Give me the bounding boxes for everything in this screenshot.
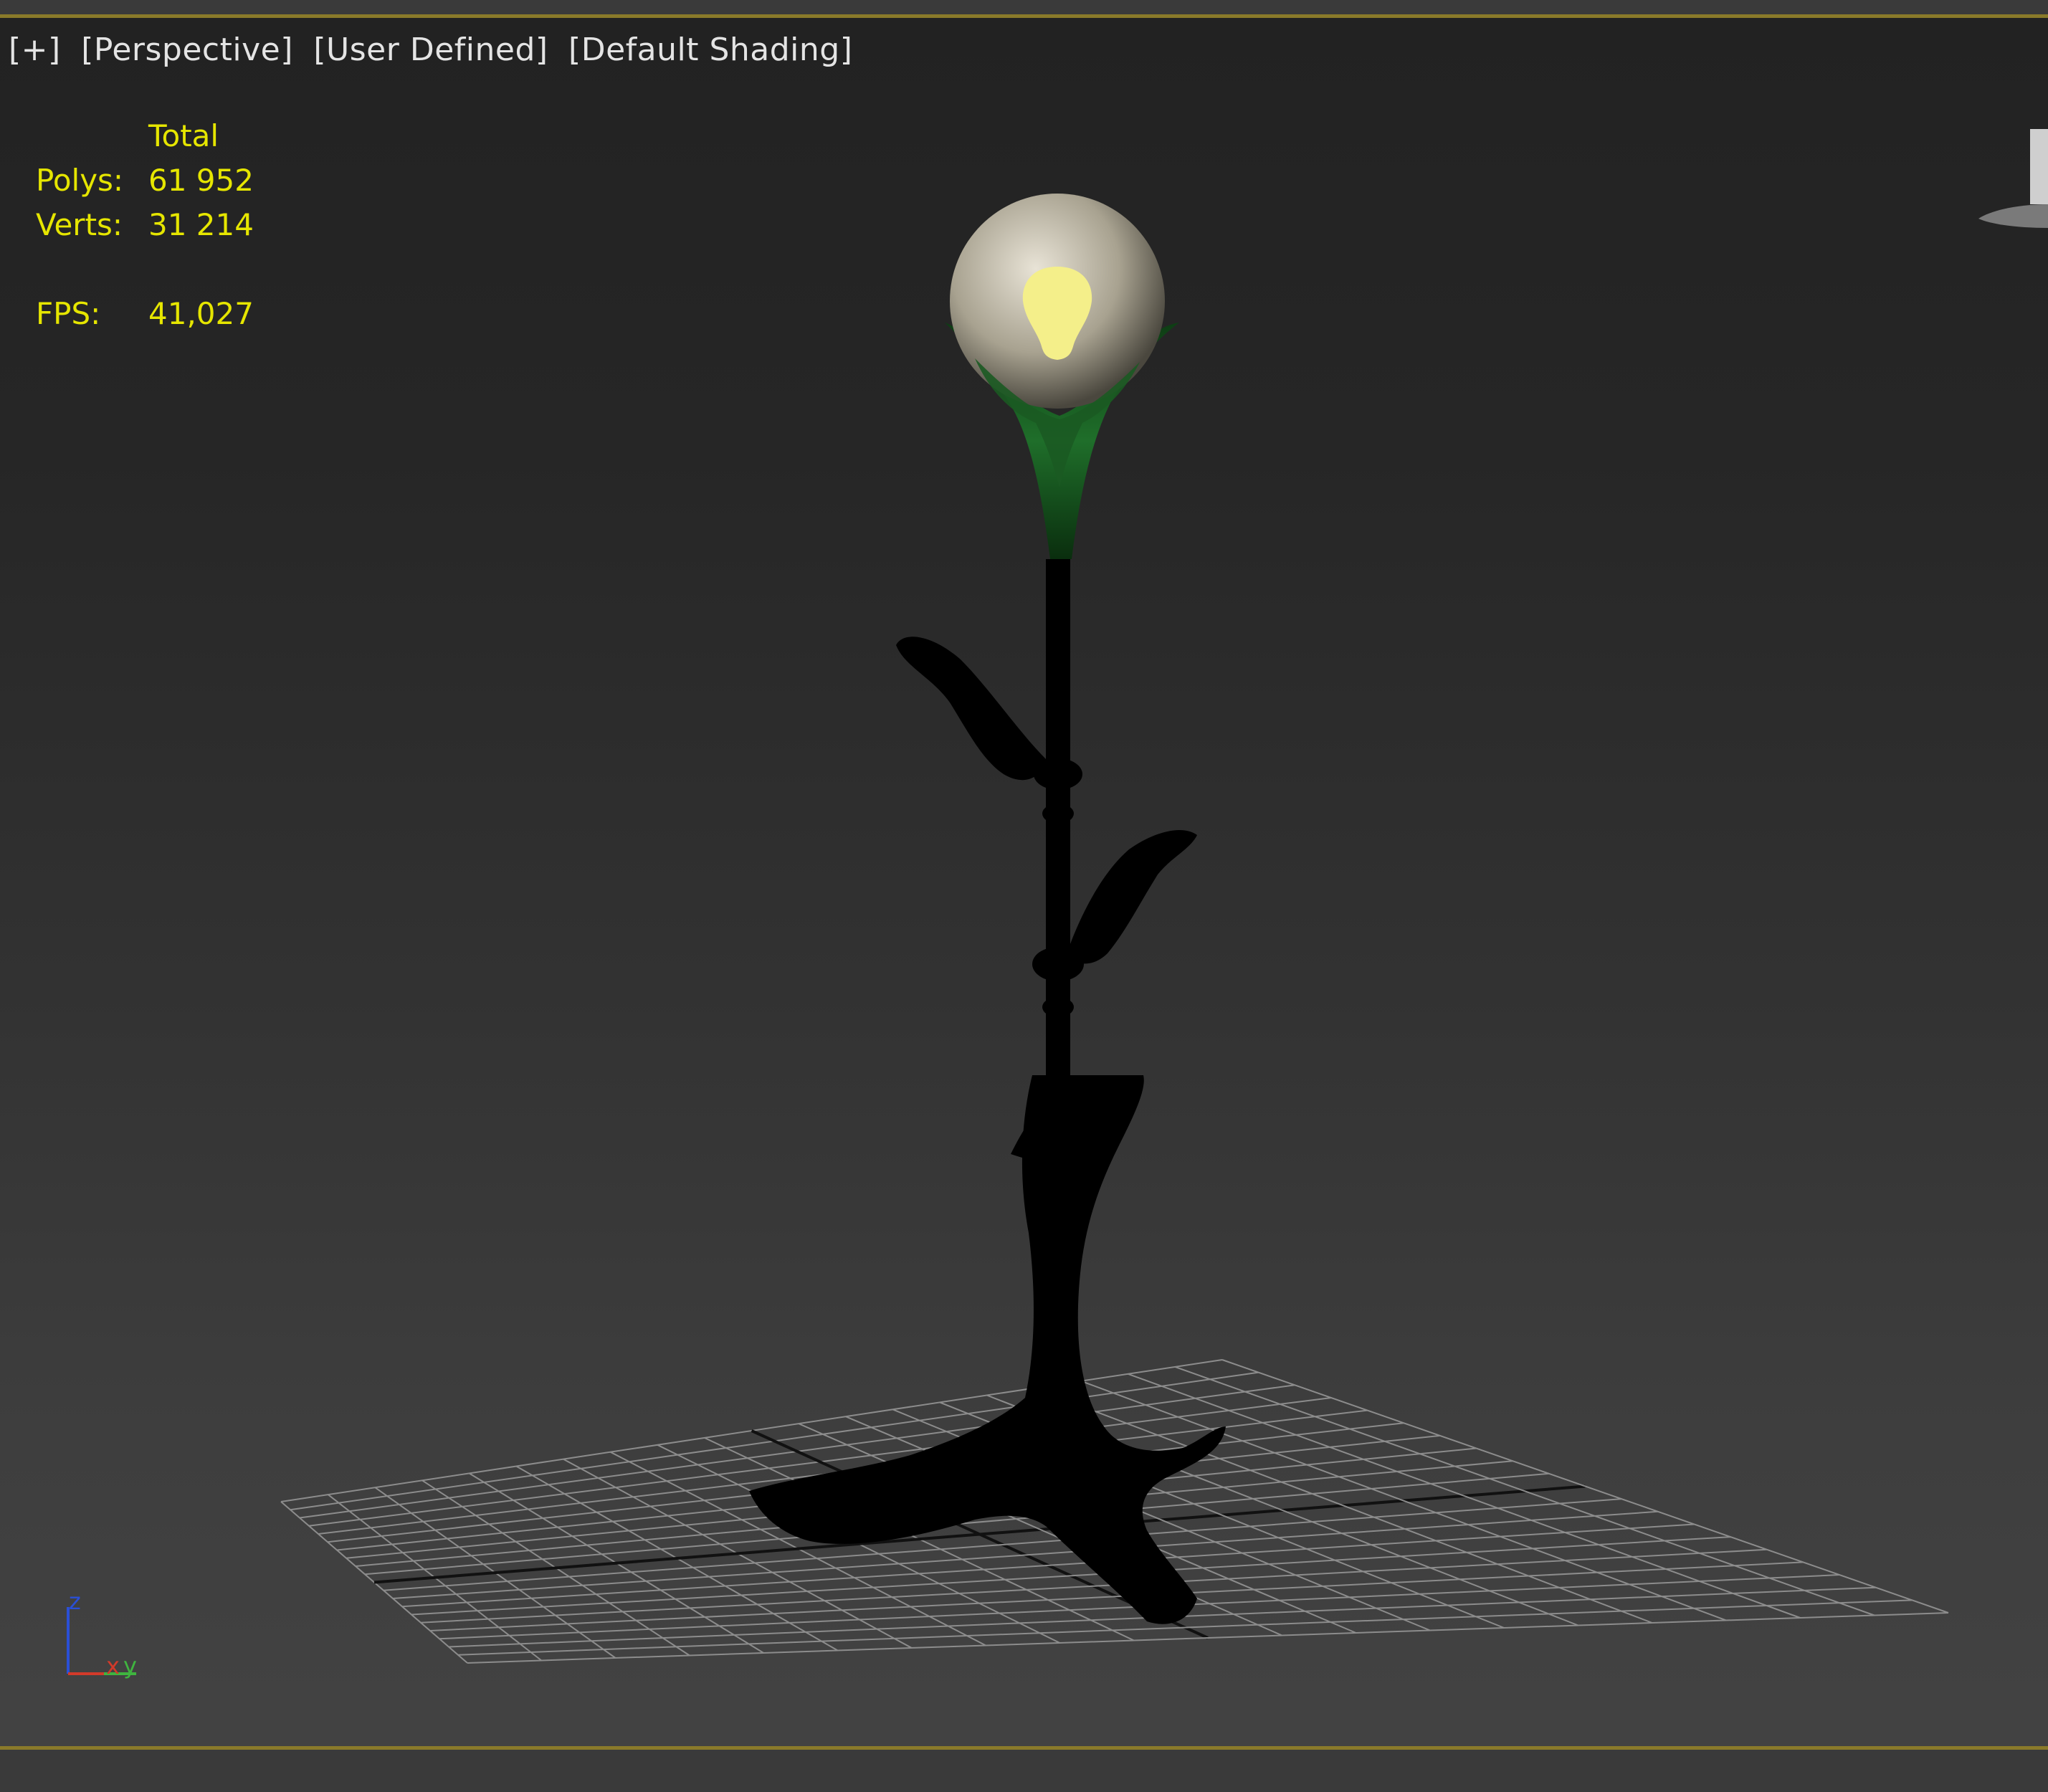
lamp-base[interactable] xyxy=(749,1075,1226,1624)
grid-line xyxy=(467,1612,1949,1664)
verts-label: Verts: xyxy=(36,207,123,242)
perspective-viewport[interactable]: z x y [+] [Perspective] [User Defined] [… xyxy=(0,0,2048,1792)
axis-z-label: z xyxy=(69,1588,81,1615)
axis-tripod: z x y xyxy=(67,1588,137,1679)
polys-value: 61 952 xyxy=(148,163,254,198)
grid-line xyxy=(1221,1359,1949,1614)
grid-line xyxy=(1175,1366,1875,1616)
viewport-standard-menu[interactable]: [User Defined] xyxy=(313,32,548,68)
viewport-shading-menu[interactable]: [Default Shading] xyxy=(568,32,852,68)
viewport-general-menu[interactable]: [+] xyxy=(9,32,61,68)
polys-label: Polys: xyxy=(36,163,124,198)
axis-x-label: x xyxy=(106,1652,120,1679)
upper-leaf[interactable] xyxy=(896,637,1047,781)
fps-value: 41,027 xyxy=(148,296,254,331)
viewport-pov-menu[interactable]: [Perspective] xyxy=(81,32,293,68)
viewport-label-menu[interactable]: [+] [Perspective] [User Defined] [Defaul… xyxy=(9,32,862,68)
fps-label: FPS: xyxy=(36,296,101,331)
lamp-model[interactable] xyxy=(749,194,1226,1624)
scene-canvas[interactable]: z x y xyxy=(0,0,2048,1792)
stem-joint-mid xyxy=(1042,804,1074,824)
viewport-bottom-border xyxy=(0,1746,2048,1792)
axis-y-label: y xyxy=(123,1652,137,1679)
stats-header: Total xyxy=(148,118,219,153)
lower-leaf[interactable] xyxy=(1068,829,1197,964)
verts-value: 31 214 xyxy=(148,207,254,242)
viewcube[interactable] xyxy=(1978,129,2048,228)
stem-joint-low2 xyxy=(1042,997,1074,1017)
